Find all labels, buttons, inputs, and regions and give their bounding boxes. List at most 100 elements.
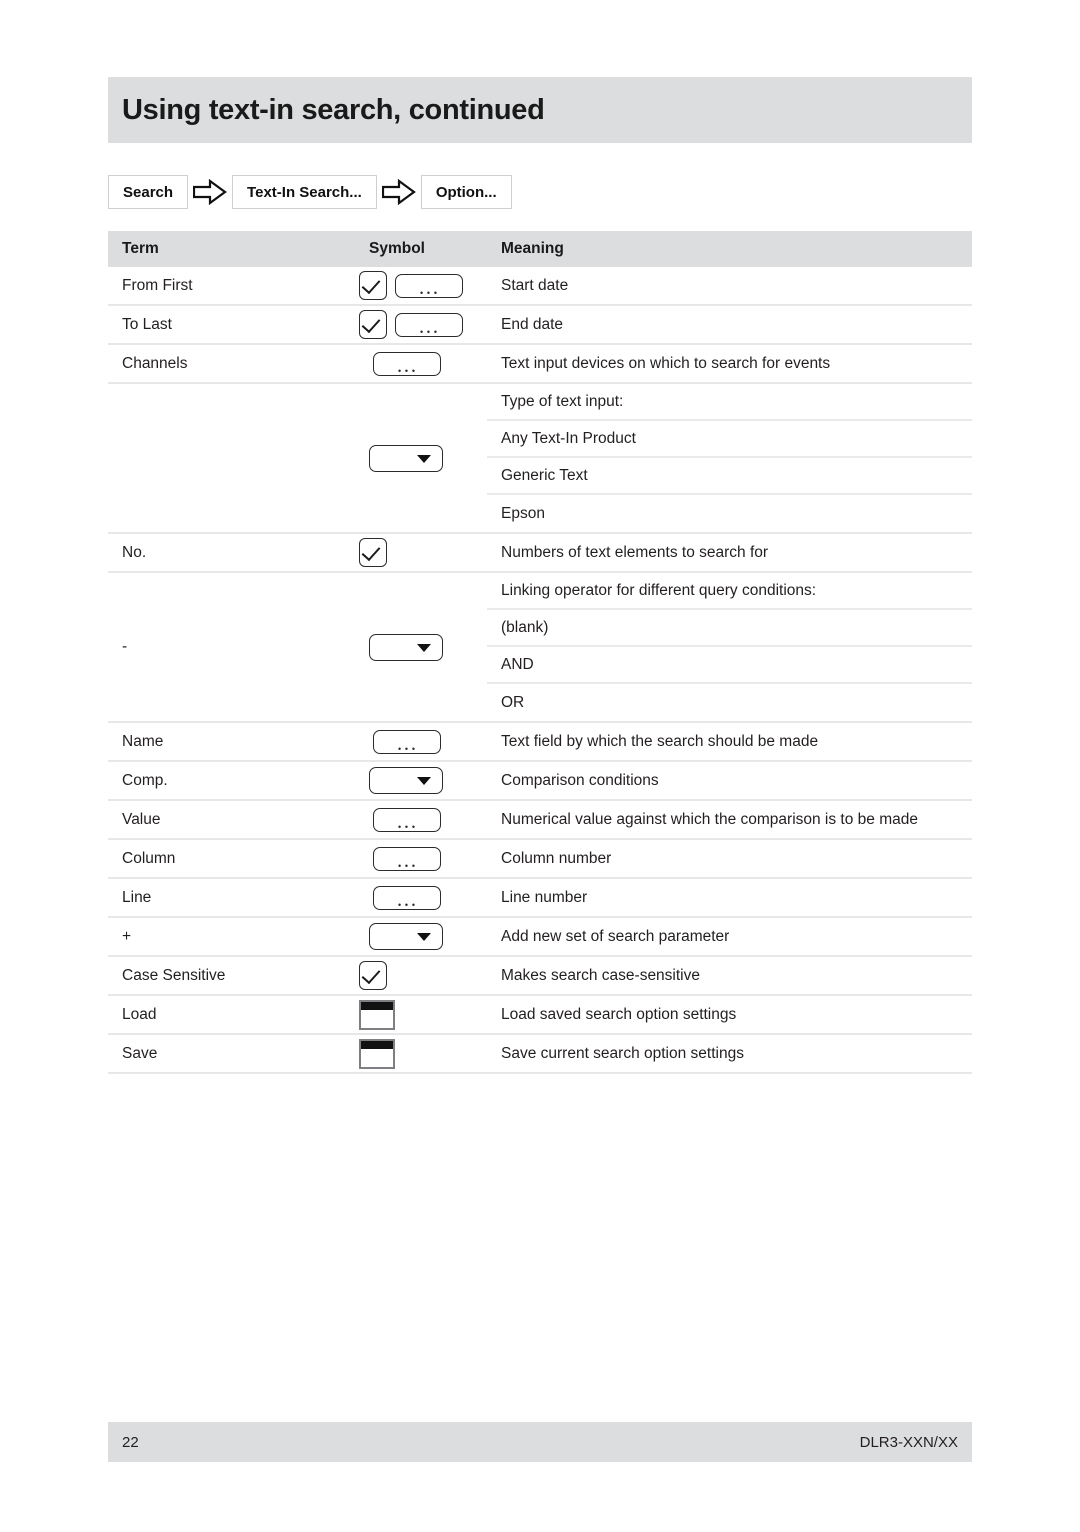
meaning-cell: Makes search case-sensitive <box>487 956 972 996</box>
symbol-cell <box>355 572 487 723</box>
meaning-cell: Start date <box>487 267 972 306</box>
symbol-cell <box>355 878 487 918</box>
symbol-cell <box>355 344 487 384</box>
meaning-subrow: Epson <box>501 504 545 522</box>
ellipsis-button-icon[interactable] <box>373 885 441 910</box>
column-header-term: Term <box>108 231 355 267</box>
symbol-cell <box>355 917 487 957</box>
ellipsis-button-icon[interactable] <box>373 807 441 832</box>
term-cell: Save <box>108 1034 355 1074</box>
meaning-subrow: Generic Text <box>487 458 972 495</box>
file-button-icon[interactable] <box>359 1038 395 1069</box>
table-row: Channels Text input devices on which to … <box>108 344 972 384</box>
meaning-cell: Load saved search option settings <box>487 995 972 1035</box>
meaning-cell: Save current search option settings <box>487 1034 972 1074</box>
symbol-cell <box>355 1034 487 1074</box>
dropdown-button-icon[interactable] <box>369 633 443 661</box>
meaning-subrow: Any Text-In Product <box>487 421 972 458</box>
table-row: Load Load saved search option settings <box>108 995 972 1035</box>
breadcrumb-item-search[interactable]: Search <box>108 175 189 209</box>
table-header-row: Term Symbol Meaning <box>108 231 972 267</box>
term-cell: Value <box>108 800 355 840</box>
table-row-grouped-linking-operator: - Linking operator for different query c… <box>108 572 972 723</box>
table-row: Name Text field by which the search shou… <box>108 722 972 762</box>
breadcrumb-item-text-in-search[interactable]: Text-In Search... <box>232 175 377 209</box>
column-header-meaning: Meaning <box>487 231 972 267</box>
ellipsis-button-icon[interactable] <box>395 312 463 337</box>
term-cell: From First <box>108 267 355 306</box>
table-row: Column Column number <box>108 839 972 879</box>
meaning-cell: Comparison conditions <box>487 761 972 801</box>
ellipsis-button-icon[interactable] <box>373 351 441 376</box>
table-row: To Last End date <box>108 305 972 345</box>
meaning-cell: Text field by which the search should be… <box>487 722 972 762</box>
page-title-band: Using text-in search, continued <box>108 77 972 143</box>
meaning-subrow: AND <box>487 647 972 684</box>
meaning-cell: Line number <box>487 878 972 918</box>
symbol-cell <box>355 533 487 573</box>
term-cell: Load <box>108 995 355 1035</box>
page-title: Using text-in search, continued <box>122 93 545 126</box>
breadcrumb-item-option[interactable]: Option... <box>420 175 512 209</box>
symbol-cell <box>355 267 487 306</box>
meaning-cell: Numerical value against which the compar… <box>487 800 972 840</box>
dropdown-button-icon[interactable] <box>369 444 443 472</box>
table-row: No. Numbers of text elements to search f… <box>108 533 972 573</box>
symbol-cell <box>355 839 487 879</box>
checkbox-icon[interactable] <box>359 538 387 567</box>
dropdown-button-icon[interactable] <box>369 767 443 794</box>
checkbox-icon[interactable] <box>359 310 387 339</box>
term-cell <box>108 383 355 534</box>
meaning-cell: Numbers of text elements to search for <box>487 533 972 573</box>
symbol-cell <box>355 722 487 762</box>
table-row-grouped-text-input: Type of text input: Any Text-In Product … <box>108 383 972 534</box>
meaning-cell: Add new set of search parameter <box>487 917 972 957</box>
table-row: From First Start date <box>108 267 972 306</box>
term-cell: Name <box>108 722 355 762</box>
checkbox-icon[interactable] <box>359 271 387 300</box>
ellipsis-button-icon[interactable] <box>373 846 441 871</box>
table-row: Comp. Comparison conditions <box>108 761 972 801</box>
table-row: Value Numerical value against which the … <box>108 800 972 840</box>
checkbox-icon[interactable] <box>359 961 387 990</box>
meaning-subrow: Type of text input: <box>487 384 972 421</box>
term-cell: No. <box>108 533 355 573</box>
term-cell: Comp. <box>108 761 355 801</box>
model-number: DLR3-XXN/XX <box>859 1433 958 1451</box>
meaning-cell: End date <box>487 305 972 345</box>
meaning-subrow: Linking operator for different query con… <box>487 573 972 610</box>
table-row: + Add new set of search parameter <box>108 917 972 957</box>
term-cell: Line <box>108 878 355 918</box>
meaning-subrow: (blank) <box>487 610 972 647</box>
term-cell: - <box>108 572 355 723</box>
arrow-right-icon-2 <box>377 179 421 205</box>
symbol-cell <box>355 305 487 345</box>
table-row: Case Sensitive Makes search case-sensiti… <box>108 956 972 996</box>
file-button-icon[interactable] <box>359 999 395 1030</box>
term-cell: + <box>108 917 355 957</box>
term-cell: Channels <box>108 344 355 384</box>
ellipsis-button-icon[interactable] <box>373 729 441 754</box>
term-cell: Case Sensitive <box>108 956 355 996</box>
ellipsis-button-icon[interactable] <box>395 273 463 298</box>
page-content: Using text-in search, continued Search T… <box>108 0 972 1532</box>
page-number: 22 <box>122 1433 139 1451</box>
symbol-cell <box>355 800 487 840</box>
breadcrumb: Search Text-In Search... Option... <box>108 174 512 210</box>
arrow-right-icon <box>188 179 232 205</box>
symbol-cell <box>355 956 487 996</box>
table-row: Save Save current search option settings <box>108 1034 972 1074</box>
meaning-cell-group: Linking operator for different query con… <box>487 572 972 723</box>
meaning-cell-group: Type of text input: Any Text-In Product … <box>487 383 972 534</box>
meaning-subrow: OR <box>501 693 525 711</box>
search-option-table: Term Symbol Meaning From First Start dat… <box>108 231 972 1074</box>
symbol-cell <box>355 383 487 534</box>
table-row: Line Line number <box>108 878 972 918</box>
page-footer: 22 DLR3-XXN/XX <box>108 1422 972 1462</box>
dropdown-button-icon[interactable] <box>369 923 443 950</box>
symbol-cell <box>355 761 487 801</box>
symbol-cell <box>355 995 487 1035</box>
meaning-cell: Column number <box>487 839 972 879</box>
term-cell: To Last <box>108 305 355 345</box>
column-header-symbol: Symbol <box>355 231 487 267</box>
